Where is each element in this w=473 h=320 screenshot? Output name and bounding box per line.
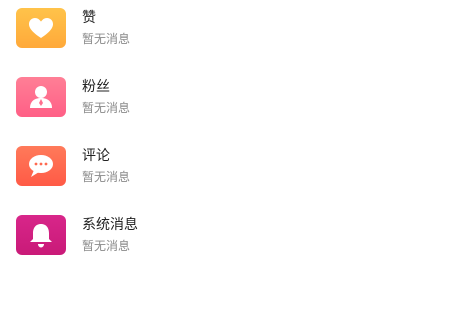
likes-subtitle: 暂无消息 [82,32,131,46]
notification-row-likes[interactable]: 赞 暂无消息 [0,0,473,60]
likes-title: 赞 [82,10,96,26]
comments-tile [16,146,66,186]
notification-list: 赞 暂无消息 粉丝 暂无消息 评论 暂无消息 系统消息 暂无消息 [0,0,473,320]
notification-row-fans[interactable]: 粉丝 暂无消息 [0,69,473,129]
notification-row-comments[interactable]: 评论 暂无消息 [0,138,473,198]
comments-subtitle: 暂无消息 [82,170,131,184]
system-subtitle: 暂无消息 [82,239,131,253]
comments-title: 评论 [82,148,110,164]
fans-tile [16,77,66,117]
likes-tile [16,8,66,48]
system-tile [16,215,66,255]
bell-icon [16,215,66,255]
fans-subtitle: 暂无消息 [82,101,131,115]
heart-icon [16,8,66,48]
notification-row-system[interactable]: 系统消息 暂无消息 [0,207,473,267]
chat-bubble-icon [16,146,66,186]
fans-title: 粉丝 [82,79,110,95]
system-title: 系统消息 [82,217,138,233]
person-icon [16,77,66,117]
